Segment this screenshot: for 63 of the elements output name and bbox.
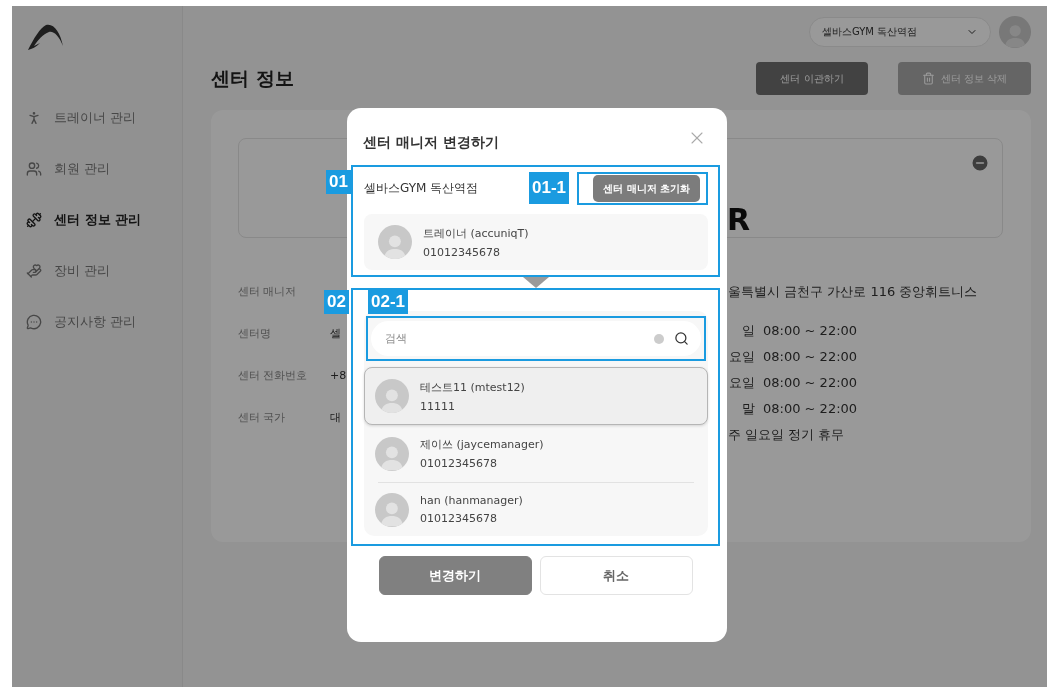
banner-text: R	[727, 205, 751, 235]
candidate-item[interactable]: han (hanmanager) 01012345678	[364, 483, 708, 536]
trash-icon	[921, 72, 935, 85]
hours-text: 08:00 ~ 22:00	[762, 400, 858, 418]
annotation-label: 01	[326, 170, 351, 194]
field-label: 센터명	[238, 326, 272, 342]
avatar-icon	[375, 379, 409, 413]
candidate-phone: 11111	[420, 399, 456, 413]
annotation-label: 02-1	[368, 290, 409, 314]
holiday-text: 주 일요일 정기 휴무	[728, 426, 846, 444]
field-value: 대	[330, 410, 342, 426]
field-label: 센터 매니저	[238, 284, 298, 300]
hours-text: 08:00 ~ 22:00	[762, 322, 858, 340]
page-title: 센터 정보	[211, 65, 295, 91]
down-triangle-icon	[522, 277, 549, 288]
dumbbell-icon	[26, 211, 42, 228]
annotation-label: 01-1	[529, 172, 570, 204]
hand-heart-icon	[26, 262, 42, 279]
cancel-button[interactable]: 취소	[539, 556, 693, 595]
sidebar-item[interactable]: 회원 관리	[26, 143, 182, 194]
field-label: 센터 전화번호	[238, 368, 309, 384]
search-bar[interactable]: 검색	[371, 321, 701, 356]
people-icon	[26, 160, 42, 177]
reset-manager-button[interactable]: 센터 매니저 초기화	[593, 175, 700, 202]
candidate-phone: 01012345678	[420, 512, 498, 525]
person-icon	[26, 109, 42, 126]
avatar-icon	[375, 436, 409, 471]
avatar-icon	[999, 16, 1031, 48]
annotation-label: 02	[324, 290, 349, 314]
field-value: 셀	[330, 326, 342, 342]
sidebar-item[interactable]: 공지사항 관리	[26, 296, 182, 347]
hours-text: 08:00 ~ 22:00	[762, 374, 858, 392]
avatar-icon	[375, 492, 409, 527]
address-text: 울특별시 금천구 가산로 116 중앙휘트니스	[728, 284, 979, 301]
sidebar-item[interactable]: 센터 정보 관리	[26, 194, 182, 245]
page-button[interactable]: 센터 이관하기	[756, 62, 868, 95]
manager-phone: 01012345678	[423, 245, 501, 259]
candidate-name: han (hanmanager)	[420, 494, 523, 507]
chat-bubble-icon	[26, 313, 42, 330]
candidate-phone: 01012345678	[420, 457, 498, 470]
field-label: 센터 국가	[238, 410, 287, 426]
center-select[interactable]: 셀바스GYM 독산역점	[809, 17, 991, 47]
search-icon[interactable]	[674, 331, 689, 346]
day-label: 일	[741, 322, 755, 340]
hours-text: 08:00 ~ 22:00	[762, 348, 858, 366]
sidebar-item[interactable]: 트레이너 관리	[26, 92, 182, 143]
field-value: +8	[330, 368, 347, 384]
day-label: 요일	[728, 374, 755, 392]
modal-title: 센터 매니저 변경하기	[363, 133, 499, 152]
day-label: 말	[741, 400, 755, 418]
center-name: 셀바스GYM 독산역점	[364, 180, 479, 197]
confirm-button[interactable]: 변경하기	[378, 556, 532, 595]
logo-icon	[26, 22, 66, 52]
candidate-name: 제이쓰 (jaycemanager)	[420, 437, 544, 452]
candidate-name: 테스트11 (mtest12)	[420, 379, 525, 395]
avatar-icon	[378, 225, 412, 259]
sidebar-item[interactable]: 장비 관리	[26, 245, 182, 296]
candidate-item[interactable]: 테스트11 (mtest12) 11111	[364, 367, 708, 425]
search-field[interactable]: 검색	[385, 328, 644, 349]
minus-circle-icon[interactable]	[970, 153, 990, 173]
manager-name: 트레이너 (accuniqT)	[423, 225, 529, 241]
day-label: 요일	[728, 348, 755, 366]
candidate-item[interactable]: 제이쓰 (jaycemanager) 01012345678	[364, 427, 708, 480]
